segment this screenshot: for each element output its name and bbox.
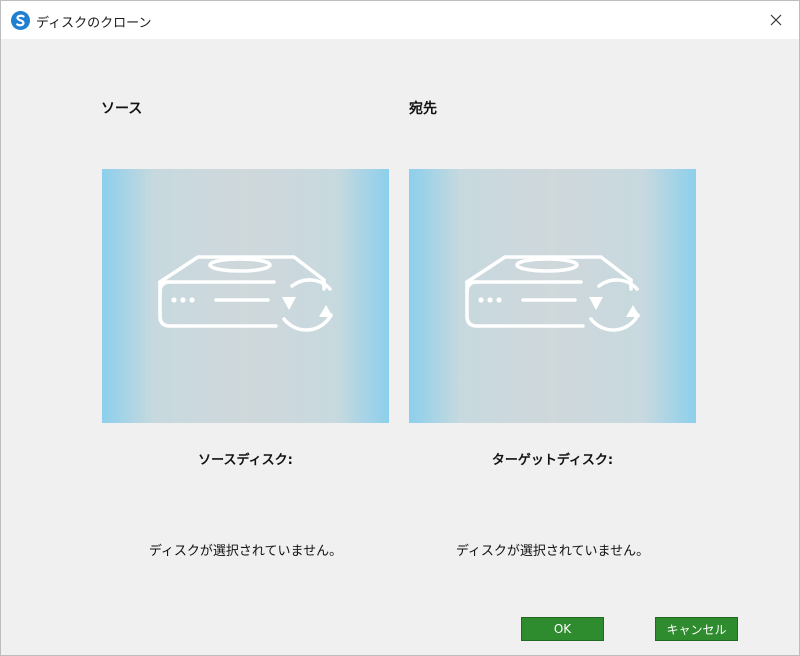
destination-label: 宛先	[409, 101, 437, 117]
source-disk-status: ディスクが選択されていません。	[148, 544, 343, 559]
close-icon	[770, 14, 782, 26]
ok-button[interactable]: OK	[521, 617, 604, 641]
cancel-button[interactable]: キャンセル	[655, 617, 738, 641]
source-disk-title: ソースディスク:	[198, 453, 293, 468]
destination-disk-selector[interactable]	[409, 169, 696, 423]
hard-drive-sync-icon	[465, 255, 640, 332]
app-logo-icon	[11, 11, 30, 30]
close-button[interactable]	[753, 1, 799, 39]
destination-disk-title: ターゲットディスク:	[491, 453, 614, 468]
title-bar: ディスクのクローン	[1, 1, 799, 39]
hard-drive-sync-icon	[158, 255, 333, 332]
source-label: ソース	[101, 101, 143, 117]
disk-clone-dialog: ディスクのクローン ソース ソースディスク: ディスクが選択されていません。 宛…	[0, 0, 800, 656]
source-disk-selector[interactable]	[102, 169, 389, 423]
destination-disk-status: ディスクが選択されていません。	[455, 544, 650, 559]
window-title: ディスクのクローン	[36, 16, 152, 31]
